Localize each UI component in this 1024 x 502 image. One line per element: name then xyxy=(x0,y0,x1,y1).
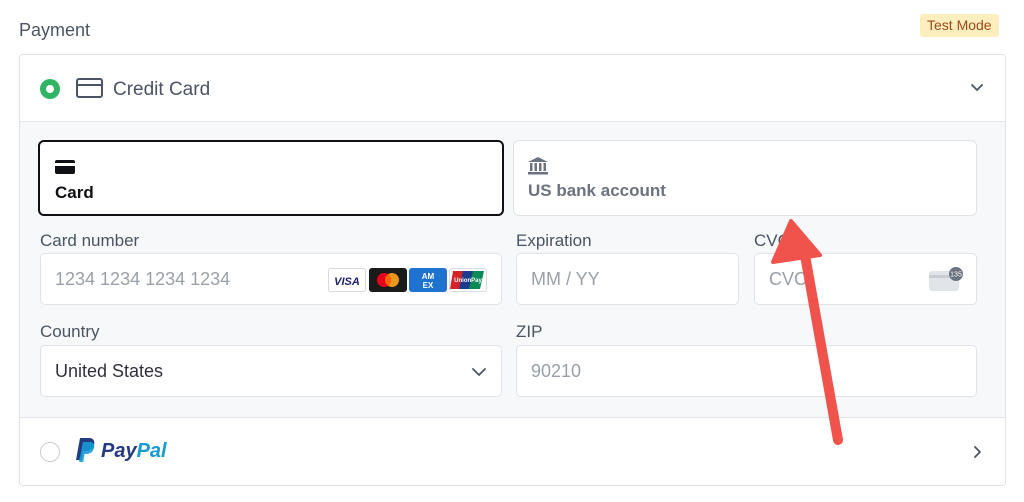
country-value: United States xyxy=(55,361,164,381)
mastercard-icon xyxy=(369,268,407,292)
cvc-card-icon: 135 xyxy=(929,267,963,291)
country-label: Country xyxy=(40,322,100,341)
payment-section-title: Payment xyxy=(19,20,91,40)
expiration-placeholder: MM / YY xyxy=(531,269,600,289)
card-icon xyxy=(55,160,75,174)
credit-card-label: Credit Card xyxy=(113,79,211,100)
zip-input[interactable]: 90210 xyxy=(516,345,977,397)
tab-card[interactable]: Card xyxy=(38,140,504,216)
chevron-right-icon[interactable] xyxy=(970,445,984,459)
amex-icon: AM EX xyxy=(409,268,447,292)
credit-card-radio[interactable] xyxy=(40,79,60,99)
paypal-radio[interactable] xyxy=(40,442,60,462)
card-number-placeholder: 1234 1234 1234 1234 xyxy=(55,269,231,289)
svg-text:135: 135 xyxy=(950,272,962,279)
svg-text:EX: EX xyxy=(423,281,434,290)
svg-text:UnionPay: UnionPay xyxy=(454,278,482,284)
tab-us-bank-account-label: US bank account xyxy=(528,181,666,200)
svg-text:VISA: VISA xyxy=(334,276,360,288)
zip-label: ZIP xyxy=(516,322,543,341)
paypal-option[interactable]: PayPal xyxy=(20,417,1005,485)
card-number-label: Card number xyxy=(40,231,140,250)
expiration-label: Expiration xyxy=(516,231,592,250)
unionpay-icon: UnionPay xyxy=(449,268,487,292)
credit-card-icon xyxy=(76,78,103,98)
cvc-placeholder: CVC xyxy=(769,269,808,289)
chevron-down-icon[interactable] xyxy=(970,80,984,94)
paypal-logo-icon xyxy=(76,438,95,462)
chevron-down-icon xyxy=(472,368,486,376)
visa-icon: VISA xyxy=(328,268,366,292)
tab-us-bank-account[interactable]: US bank account xyxy=(513,140,977,216)
bank-icon xyxy=(528,157,548,175)
card-number-input[interactable]: 1234 1234 1234 1234 VISA AM EX UnionPay xyxy=(40,253,502,305)
payment-panel: Credit Card Card US bank account Card nu… xyxy=(19,54,1006,486)
test-mode-badge: Test Mode xyxy=(920,14,999,37)
svg-text:AM: AM xyxy=(422,272,435,281)
credit-card-option[interactable]: Credit Card xyxy=(20,55,1005,122)
cvc-label: CVC xyxy=(754,231,790,250)
country-select[interactable]: United States xyxy=(40,345,502,397)
cvc-input[interactable]: CVC 135 xyxy=(754,253,977,305)
tab-card-label: Card xyxy=(55,183,94,202)
credit-card-form: Card US bank account Card number 1234 12… xyxy=(20,122,1005,417)
paypal-label: PayPal xyxy=(101,440,167,462)
expiration-input[interactable]: MM / YY xyxy=(516,253,739,305)
zip-placeholder: 90210 xyxy=(531,361,582,381)
